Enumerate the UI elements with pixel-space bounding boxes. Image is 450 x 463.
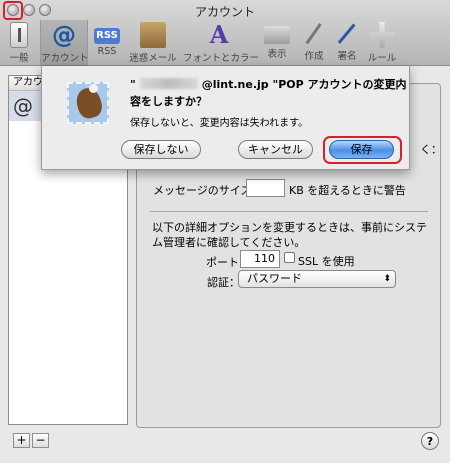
toolbar-fonts-colors-label: フォントとカラー [183,53,260,64]
advanced-options-note: 以下の詳細オプションを変更するときは、事前にシステム管理者に確認してください。 [152,221,427,249]
sheet-title-prefix: " [130,78,136,91]
authentication-label: 認証： [207,276,240,289]
select-arrows-icon: ⬍ [383,274,391,284]
preferences-window: アカウント 一般 @ アカウント RSS RSS 迷惑メール A フォントとカラ… [0,0,450,463]
message-size-suffix: KB を超えるときに警告 [289,184,406,197]
fonts-colors-icon: A [209,20,229,49]
remove-account-button[interactable]: − [32,433,49,448]
signatures-icon [337,23,357,45]
ssl-checkbox[interactable] [284,252,295,263]
ssl-label: SSL を使用 [298,255,355,268]
toolbar-signatures-label: 署名 [337,51,357,62]
save-changes-sheet: " @lint.ne.jp "POP アカウントの変更内 容をしますか？ 保存しな… [41,66,410,170]
junk-mail-icon [140,22,166,48]
toolbar-viewing-label: 表示 [267,49,287,60]
partial-label: く： [420,143,442,156]
message-size-input[interactable] [246,179,285,197]
toolbar-viewing[interactable]: 表示 [258,20,296,66]
window-title: アカウント [194,5,255,19]
toolbar-signatures[interactable]: 署名 [332,20,362,66]
save-button-highlight [323,136,402,164]
toolbar-fonts-colors[interactable]: A フォントとカラー [183,20,260,66]
rss-icon: RSS [94,28,120,44]
authentication-value: パスワード [247,272,302,285]
toolbar-rss[interactable]: RSS RSS [92,20,122,66]
rules-icon [369,22,395,48]
sheet-title-suffix: @lint.ne.jp "POP アカウントの変更内 [201,78,407,91]
account-at-icon: @ [13,94,33,118]
sheet-message: 保存しないと、変更内容は失われます。 [130,118,309,129]
authentication-select[interactable]: パスワード ⬍ [238,270,396,288]
toolbar-rss-label: RSS [97,46,117,57]
toolbar-accounts[interactable]: @ アカウント [40,20,89,66]
help-button[interactable]: ? [421,432,439,450]
port-input[interactable]: 110 [240,250,280,268]
section-divider [150,211,428,212]
toolbar-general[interactable]: 一般 [2,20,36,66]
sheet-title-line2: 容をしますか？ [130,95,207,108]
redacted-account-name [139,78,198,89]
toolbar-junk-mail[interactable]: 迷惑メール [125,20,181,66]
cancel-button[interactable]: キャンセル [238,140,313,159]
sheet-title-line1: " @lint.ne.jp "POP アカウントの変更内 [130,76,407,92]
toolbar-rules-label: ルール [367,53,397,64]
toolbar-rules[interactable]: ルール [364,20,400,66]
toolbar-composing-label: 作成 [304,51,324,62]
dont-save-button[interactable]: 保存しない [121,140,201,159]
eagle-head [89,84,98,93]
viewing-icon [264,26,290,44]
add-account-button[interactable]: + [13,433,30,448]
title-bar: アカウント 一般 @ アカウント RSS RSS 迷惑メール A フォントとカラ… [0,0,450,66]
preferences-toolbar: 一般 @ アカウント RSS RSS 迷惑メール A フォントとカラー 表示 作… [0,20,450,66]
toolbar-general-label: 一般 [9,53,29,64]
toolbar-accounts-label: アカウント [41,53,89,64]
mail-app-icon [63,76,115,128]
general-icon [10,22,28,48]
toolbar-junk-mail-label: 迷惑メール [129,53,177,64]
accounts-at-icon: @ [52,21,76,49]
composing-icon [305,23,323,45]
toolbar-composing[interactable]: 作成 [298,20,330,66]
